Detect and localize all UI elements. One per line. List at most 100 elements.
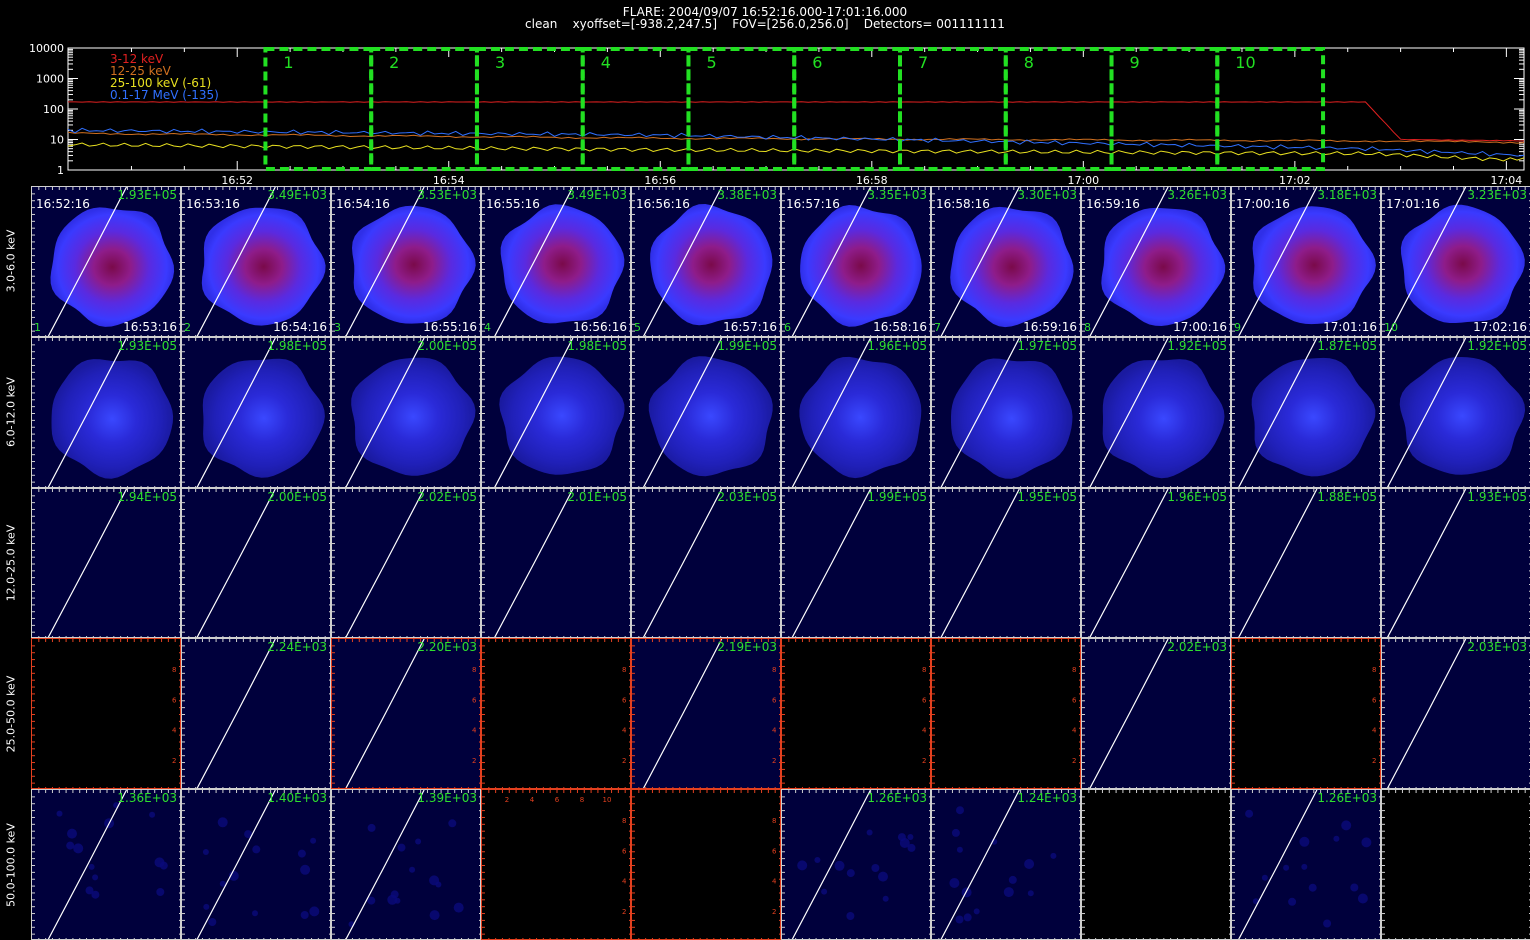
- panel-number: 8: [1084, 321, 1091, 334]
- noise-blob: [1024, 859, 1035, 869]
- noise-blob: [1341, 820, 1352, 831]
- panel-start-time: 17:00:16: [1236, 197, 1290, 211]
- peak-value: 1.26E+03: [867, 791, 927, 805]
- noise-blob: [1357, 893, 1368, 904]
- axis-tick-label: 6: [772, 847, 777, 855]
- limb-line: [47, 489, 128, 637]
- image-panel: 1.93E+05: [31, 337, 181, 488]
- panel-end-time: 16:59:16: [1023, 320, 1077, 334]
- panel-graphic: 2 4 6 8 2 4 6 8 10: [482, 790, 630, 939]
- noise-blob: [1003, 887, 1014, 898]
- panel-end-time: 16:58:16: [873, 320, 927, 334]
- axis-tick-label: 6: [1072, 696, 1077, 704]
- panel-graphic: [782, 338, 930, 487]
- image-panel: 1.88E+05: [1231, 488, 1381, 638]
- axis-tick-label: 4: [530, 796, 535, 804]
- noise-blob: [1027, 890, 1034, 897]
- noise-blob: [252, 910, 258, 917]
- interval-label: 10: [1235, 53, 1255, 72]
- panel-graphic: [1382, 489, 1530, 637]
- noise-blob: [66, 841, 75, 850]
- panel-start-time: 16:54:16: [336, 197, 390, 211]
- limb-line: [494, 489, 574, 637]
- image-panel: 2.03E+05: [631, 488, 781, 638]
- panel-graphic: [782, 790, 930, 939]
- source-emission: [351, 357, 476, 476]
- limb-line: [1089, 489, 1169, 637]
- noise-blob: [1261, 874, 1268, 881]
- image-panel: 1.93E+05: [1381, 488, 1530, 638]
- axis-tick-label: 2: [472, 757, 476, 765]
- peak-value: 2.01E+05: [567, 490, 627, 504]
- panel-end-time: 16:54:16: [273, 320, 327, 334]
- noise-blob: [1333, 835, 1340, 842]
- panel-graphic: [932, 790, 1080, 939]
- noise-blob: [149, 811, 156, 818]
- image-panel: 1.99E+05: [631, 337, 781, 488]
- peak-value: 3.49E+03: [267, 188, 327, 202]
- noise-blob: [202, 849, 209, 855]
- axis-tick-label: 8: [172, 666, 176, 674]
- image-panel: 3.49E+03 16:55:16 16:56:16 4: [481, 186, 631, 337]
- panel-graphic: [32, 790, 180, 939]
- image-panel: 2.01E+05: [481, 488, 631, 638]
- noise-blob: [1350, 883, 1359, 892]
- noise-blob: [88, 863, 95, 870]
- image-panel: 3.49E+03 16:53:16 16:54:16 2: [181, 186, 331, 337]
- source-emission: [950, 206, 1074, 328]
- peak-value: 1.39E+03: [417, 791, 477, 805]
- source-emission: [1399, 357, 1526, 475]
- noise-blob: [846, 869, 855, 878]
- axis-tick-label: 2: [622, 757, 626, 765]
- peak-value: 3.30E+03: [1017, 188, 1077, 202]
- interval-label: 4: [601, 53, 611, 72]
- source-emission: [51, 359, 174, 479]
- image-panel: 1.36E+03: [31, 789, 181, 940]
- peak-value: 2.03E+03: [1467, 640, 1527, 654]
- panel-graphic: 2 4 6 8: [932, 639, 1080, 788]
- panel-graphic: [1232, 790, 1380, 939]
- noise-blob: [154, 857, 165, 868]
- panel-graphic: [1232, 338, 1380, 487]
- panel-graphic: 2 4 6 8: [1232, 639, 1380, 788]
- image-panel: 2.02E+03: [1081, 638, 1231, 789]
- peak-value: 1.95E+05: [1017, 490, 1077, 504]
- peak-value: 3.35E+03: [867, 188, 927, 202]
- y-tick-label: 10: [50, 134, 64, 147]
- peak-value: 1.96E+05: [1167, 490, 1227, 504]
- limb-line: [345, 639, 425, 788]
- panel-number: 7: [934, 321, 941, 334]
- interval-label: 6: [812, 53, 822, 72]
- interval-label: 9: [1130, 53, 1140, 72]
- noise-blob: [448, 819, 457, 828]
- noise-blob: [878, 871, 888, 882]
- panel-graphic: [1382, 639, 1530, 788]
- source-emission: [352, 205, 476, 324]
- row-label-text: 25.0-50.0 keV: [4, 675, 18, 753]
- panel-graphic: [332, 338, 480, 487]
- image-panel: 1.99E+05: [781, 488, 931, 638]
- panel-graphic: [1082, 338, 1230, 487]
- panel-graphic: [1382, 790, 1530, 939]
- noise-blob: [1050, 852, 1057, 859]
- interval-label: 2: [389, 53, 399, 72]
- peak-value: 1.98E+05: [267, 339, 327, 353]
- panel-number: 6: [784, 321, 791, 334]
- panel-graphic: [1232, 489, 1380, 637]
- noise-blob: [956, 806, 964, 815]
- noise-blob: [1323, 919, 1332, 928]
- x-tick-label: 17:00: [1067, 174, 1099, 186]
- noise-blob: [300, 864, 311, 875]
- peak-value: 2.24E+03: [267, 640, 327, 654]
- source-emission: [951, 358, 1073, 479]
- peak-value: 1.93E+05: [1467, 490, 1527, 504]
- noise-blob: [1245, 809, 1254, 818]
- panel-number: 10: [1384, 321, 1398, 334]
- axis-tick-label: 8: [622, 666, 626, 674]
- noise-blob: [394, 897, 401, 904]
- axis-tick-label: 8: [580, 796, 584, 804]
- peak-value: 1.26E+03: [1317, 791, 1377, 805]
- limb-line: [940, 489, 1020, 637]
- limb-line: [1238, 489, 1318, 637]
- source-emission: [650, 204, 773, 326]
